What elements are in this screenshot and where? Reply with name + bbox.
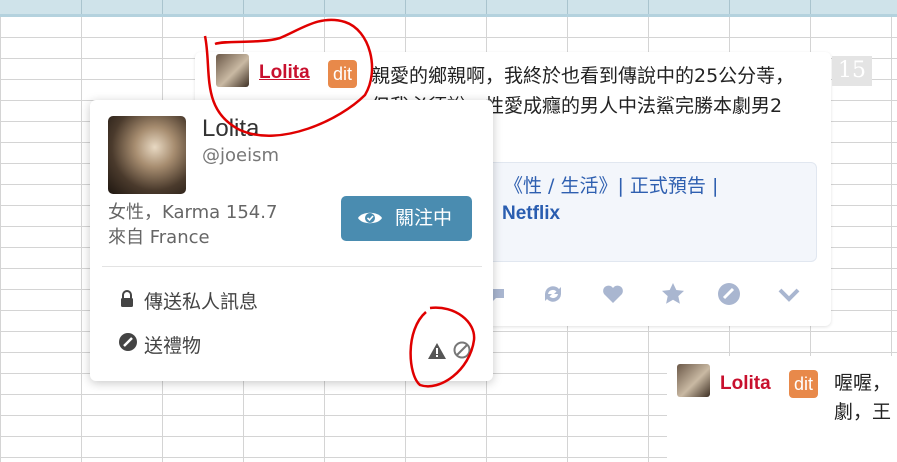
send-message-item[interactable]: 傳送私人訊息 bbox=[118, 287, 258, 314]
post-username[interactable]: Lolita bbox=[720, 373, 771, 395]
send-gift-label: 送禮物 bbox=[144, 335, 202, 357]
user-badge: dit bbox=[789, 370, 819, 398]
following-button[interactable]: 關注中 bbox=[341, 196, 472, 241]
eye-icon bbox=[358, 212, 382, 224]
post-text: 喔喔，劇，王 bbox=[834, 372, 892, 423]
repost-icon[interactable] bbox=[539, 281, 567, 309]
avatar[interactable] bbox=[677, 364, 710, 397]
heart-icon[interactable] bbox=[599, 281, 627, 309]
profile-handle: @joeism bbox=[202, 145, 280, 166]
link-preview[interactable]: 《性 / 生活》| 正式預告 | Netflix bbox=[483, 162, 817, 262]
profile-location: 來自 France bbox=[108, 227, 210, 248]
spreadsheet-header bbox=[0, 0, 897, 17]
user-profile-popup: Lolita @joeism 女性，Karma 154.7 來自 France … bbox=[90, 100, 493, 381]
divider bbox=[102, 266, 482, 267]
profile-name[interactable]: Lolita bbox=[202, 115, 259, 143]
send-gift-item[interactable]: 送禮物 bbox=[118, 331, 201, 358]
lock-icon bbox=[118, 290, 136, 313]
link-title[interactable]: 《性 / 生活》| 正式預告 | bbox=[504, 171, 718, 198]
send-message-label: 傳送私人訊息 bbox=[144, 291, 259, 313]
block-icon[interactable] bbox=[453, 341, 471, 364]
profile-avatar[interactable] bbox=[108, 116, 186, 194]
post-card-2: Lolita dit 喔喔，劇，王 bbox=[667, 356, 897, 462]
avatar[interactable] bbox=[216, 54, 249, 87]
chevron-down-icon[interactable] bbox=[775, 281, 803, 309]
profile-gender-karma: 女性，Karma 154.7 bbox=[108, 202, 278, 223]
post-actions bbox=[485, 281, 815, 315]
gift-icon[interactable] bbox=[715, 281, 743, 309]
vote-count: 15 bbox=[832, 56, 872, 86]
following-label: 關注中 bbox=[395, 207, 453, 229]
gift-icon bbox=[118, 332, 137, 357]
post-username[interactable]: Lolita bbox=[259, 62, 310, 84]
user-badge: dit bbox=[328, 60, 358, 88]
link-source[interactable]: Netflix bbox=[502, 203, 560, 225]
star-icon[interactable] bbox=[659, 281, 687, 309]
warning-icon[interactable] bbox=[427, 342, 447, 365]
